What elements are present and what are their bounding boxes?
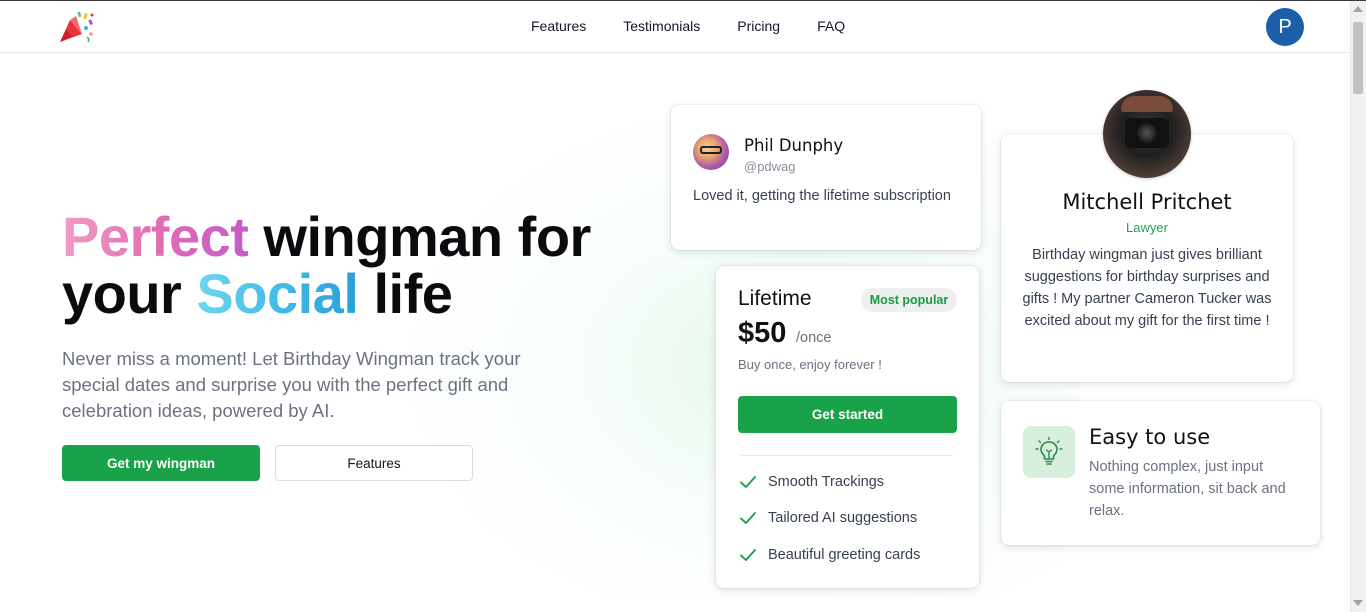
price-note: Buy once, enjoy forever ! bbox=[738, 357, 882, 372]
pricing-card: Lifetime Most popular $50 /once Buy once… bbox=[716, 266, 979, 588]
navbar: Features Testimonials Pricing FAQ P bbox=[0, 1, 1350, 53]
get-started-button[interactable]: Get started bbox=[738, 396, 957, 433]
avatar bbox=[693, 134, 729, 170]
check-icon bbox=[740, 476, 756, 488]
nav-link-faq[interactable]: FAQ bbox=[817, 18, 845, 34]
list-item: Beautiful greeting cards bbox=[738, 544, 920, 566]
lightbulb-icon bbox=[1023, 426, 1075, 478]
list-item: Smooth Trackings bbox=[738, 471, 884, 493]
hero-subtitle: Never miss a moment! Let Birthday Wingma… bbox=[62, 348, 521, 421]
scroll-up-arrow-icon[interactable] bbox=[1353, 6, 1363, 12]
hero-title: Perfect wingman for your Social life bbox=[62, 208, 662, 322]
hero-title-perfect: Perfect bbox=[62, 205, 249, 268]
features-button[interactable]: Features bbox=[275, 445, 473, 481]
nav-link-pricing[interactable]: Pricing bbox=[737, 18, 780, 34]
feature-label: Smooth Trackings bbox=[768, 474, 885, 490]
hero-title-life: life bbox=[358, 262, 453, 325]
scrollbar-thumb[interactable] bbox=[1353, 22, 1363, 94]
list-item: Tailored AI suggestions bbox=[738, 507, 917, 529]
testimonial-name: Mitchell Pritchet bbox=[1062, 190, 1232, 214]
avatar bbox=[1103, 90, 1191, 178]
testimonial-role: Lawyer bbox=[1126, 220, 1168, 235]
testimonial-quote: Loved it, getting the lifetime subscript… bbox=[693, 188, 951, 204]
nav-link-features[interactable]: Features bbox=[531, 18, 586, 34]
testimonial-handle: @pdwag bbox=[744, 159, 796, 174]
feature-label: Beautiful greeting cards bbox=[768, 547, 921, 563]
price-amount: $50 bbox=[738, 317, 787, 349]
hero-title-your: your bbox=[62, 262, 197, 325]
nav-links: Features Testimonials Pricing FAQ bbox=[531, 18, 882, 34]
check-icon bbox=[740, 512, 756, 524]
price-period: /once bbox=[796, 330, 832, 346]
check-icon bbox=[740, 549, 756, 561]
user-avatar-button[interactable]: P bbox=[1266, 8, 1304, 46]
most-popular-badge: Most popular bbox=[861, 288, 957, 312]
party-popper-icon[interactable] bbox=[56, 10, 96, 46]
feature-label: Tailored AI suggestions bbox=[768, 510, 918, 526]
scroll-down-arrow-icon[interactable] bbox=[1353, 600, 1363, 606]
divider bbox=[741, 455, 953, 456]
get-my-wingman-button[interactable]: Get my wingman bbox=[62, 445, 260, 481]
testimonial-name: Phil Dunphy bbox=[744, 136, 844, 155]
feature-title: Easy to use bbox=[1089, 425, 1211, 449]
plan-name: Lifetime bbox=[738, 287, 812, 310]
hero-title-social: Social bbox=[196, 262, 359, 325]
hero-title-wingman-for: wingman for bbox=[248, 205, 591, 268]
feature-description: Nothing complex, just input some informa… bbox=[1089, 459, 1286, 519]
nav-link-testimonials[interactable]: Testimonials bbox=[623, 18, 700, 34]
feature-card-easy: Easy to use Nothing complex, just input … bbox=[1001, 401, 1320, 545]
testimonial-card-phil: Phil Dunphy @pdwag Loved it, getting the… bbox=[671, 105, 981, 250]
testimonial-quote: Birthday wingman just gives brilliant su… bbox=[1022, 247, 1272, 329]
